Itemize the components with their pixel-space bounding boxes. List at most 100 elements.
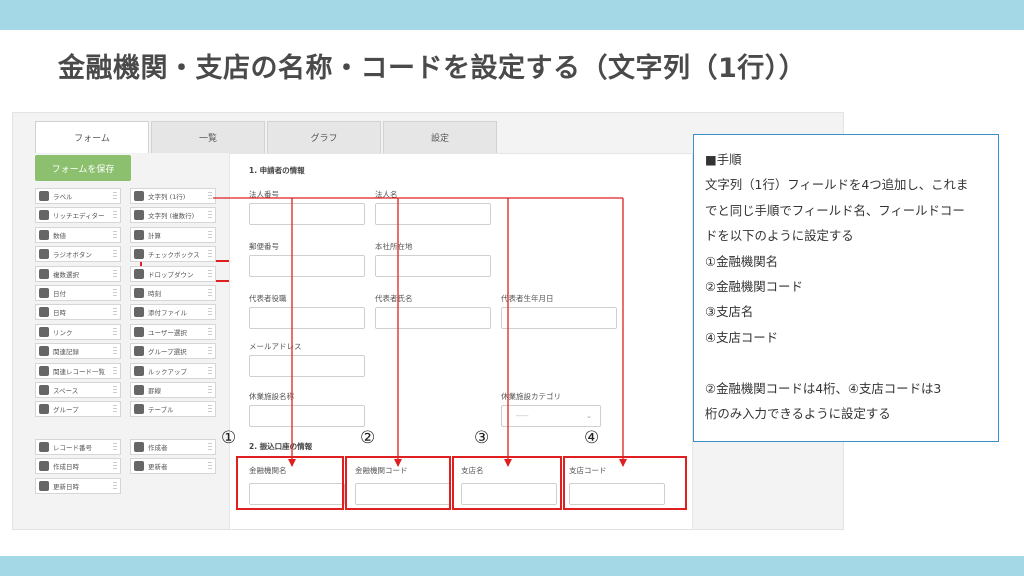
field-type-icon <box>134 441 144 452</box>
palette-item-label: ドロップダウン <box>148 270 194 279</box>
drag-handle-icon <box>208 230 212 240</box>
field-type-icon <box>39 249 49 260</box>
palette-item-label: 関連レコード一覧 <box>53 367 105 376</box>
palette-item-label: レコード番号 <box>53 443 92 452</box>
note-line: ①金融機関名 <box>705 253 779 269</box>
palette-item-label: チェックボックス <box>148 251 200 260</box>
tab-list[interactable]: 一覧 <box>151 121 265 153</box>
field-type-icon <box>39 326 49 337</box>
bottom-band <box>0 556 1024 576</box>
drag-handle-icon <box>113 230 117 240</box>
palette-item-left[interactable]: 関連レコード一覧 <box>35 362 121 379</box>
drag-handle-icon <box>113 386 117 395</box>
palette-item-left[interactable]: レコード番号 <box>35 438 121 455</box>
palette-item-label: 複数選択 <box>53 270 79 279</box>
palette-item-left[interactable]: リンク <box>35 323 121 340</box>
palette-item-right[interactable]: グループ選択 <box>130 343 216 360</box>
tab-bar: フォーム 一覧 グラフ 設定 <box>35 121 499 153</box>
text-input[interactable] <box>249 355 365 377</box>
drag-handle-icon <box>208 192 212 201</box>
palette-item-left[interactable]: 数値 <box>35 226 121 243</box>
text-input[interactable] <box>249 255 365 277</box>
text-input[interactable] <box>375 203 491 225</box>
palette-item-right[interactable]: 作成者 <box>130 438 216 455</box>
field-type-icon <box>134 249 144 260</box>
drag-handle-icon <box>208 386 212 395</box>
palette-item-label: リンク <box>53 328 73 337</box>
palette-item-right[interactable]: チェックボックス <box>130 246 216 263</box>
field-type-icon <box>134 268 144 279</box>
step-marker: ③ <box>474 428 490 448</box>
palette-item-right[interactable]: 更新者 <box>130 458 216 475</box>
field-type-icon <box>134 229 144 240</box>
field-type-icon <box>39 307 49 318</box>
palette-item-right[interactable]: テーブル <box>130 401 216 418</box>
save-form-button[interactable]: フォームを保存 <box>35 155 131 181</box>
highlight-box <box>345 456 451 510</box>
palette-item-right[interactable]: ユーザー選択 <box>130 323 216 340</box>
tab-graph[interactable]: グラフ <box>267 121 381 153</box>
palette-item-left[interactable]: 日時 <box>35 304 121 321</box>
field-type-icon <box>134 326 144 337</box>
field-label: 代表者氏名 <box>375 294 413 303</box>
palette-item-left[interactable]: ラベル <box>35 188 121 204</box>
field-type-icon <box>134 191 144 201</box>
drag-handle-icon <box>208 442 212 452</box>
drag-handle-icon <box>113 366 117 376</box>
step-marker: ④ <box>584 428 600 448</box>
palette-item-left[interactable]: グループ <box>35 401 121 418</box>
field-type-icon <box>134 288 144 298</box>
step-marker: ② <box>360 428 376 448</box>
palette-item-left[interactable]: 複数選択 <box>35 265 121 282</box>
palette-item-right[interactable]: 添付ファイル <box>130 304 216 321</box>
slide-title: 金融機関・支店の名称・コードを設定する（文字列（1行）） <box>58 53 807 84</box>
drag-handle-icon <box>113 442 117 452</box>
palette-item-left[interactable]: ラジオボタン <box>35 246 121 263</box>
field-type-icon <box>39 210 49 221</box>
palette-item-label: テーブル <box>148 406 174 415</box>
field-type-icon <box>39 385 49 395</box>
drag-handle-icon <box>208 347 212 357</box>
field-type-icon <box>39 365 49 376</box>
palette-item-label: ラジオボタン <box>53 251 92 260</box>
palette-item-left[interactable]: 関連記録 <box>35 343 121 360</box>
palette-item-label: 数値 <box>53 231 66 240</box>
field-label: 郵便番号 <box>249 242 279 251</box>
palette-item-right[interactable]: 時刻 <box>130 285 216 301</box>
palette-item-left[interactable]: スペース <box>35 382 121 398</box>
drag-handle-icon <box>208 405 212 415</box>
palette-item-right[interactable]: ルックアップ <box>130 362 216 379</box>
palette-item-label: 計算 <box>148 231 161 240</box>
field-label: 法人番号 <box>249 190 279 199</box>
step-marker: ① <box>221 428 237 448</box>
palette-item-label: 作成日時 <box>53 463 79 472</box>
drag-handle-icon <box>113 405 117 415</box>
text-input[interactable] <box>375 307 491 329</box>
drag-handle-icon <box>113 211 117 221</box>
palette-item-label: 作成者 <box>148 443 168 452</box>
text-input[interactable] <box>249 405 365 427</box>
text-input[interactable] <box>249 203 365 225</box>
palette-item-label: 更新者 <box>148 463 168 472</box>
tab-settings[interactable]: 設定 <box>383 121 497 153</box>
chevron-down-icon: ⌄ <box>586 412 592 420</box>
palette-item-left[interactable]: 日付 <box>35 285 121 301</box>
category-select[interactable]: ----- ⌄ <box>501 405 601 427</box>
field-type-icon <box>134 461 144 472</box>
palette-item-right[interactable]: 文字列 (1行) <box>130 188 216 204</box>
text-input[interactable] <box>501 307 617 329</box>
palette-item-left[interactable]: 更新日時 <box>35 477 121 494</box>
palette-item-right[interactable]: 文字列 (複数行) <box>130 207 216 224</box>
text-input[interactable] <box>375 255 491 277</box>
tab-form[interactable]: フォーム <box>35 121 149 153</box>
palette-item-right[interactable]: 罫線 <box>130 382 216 398</box>
section-title-bank: 2. 振込口座の情報 <box>249 442 313 451</box>
palette-item-right[interactable]: ドロップダウン <box>130 265 216 282</box>
palette-item-right[interactable]: 計算 <box>130 226 216 243</box>
field-type-icon <box>39 229 49 240</box>
note-line: 文字列（1行）フィールドを4つ追加し、これま <box>705 177 969 193</box>
palette-item-left[interactable]: 作成日時 <box>35 458 121 475</box>
palette-item-left[interactable]: リッチエディター <box>35 207 121 224</box>
field-type-icon <box>134 385 144 395</box>
text-input[interactable] <box>249 307 365 329</box>
